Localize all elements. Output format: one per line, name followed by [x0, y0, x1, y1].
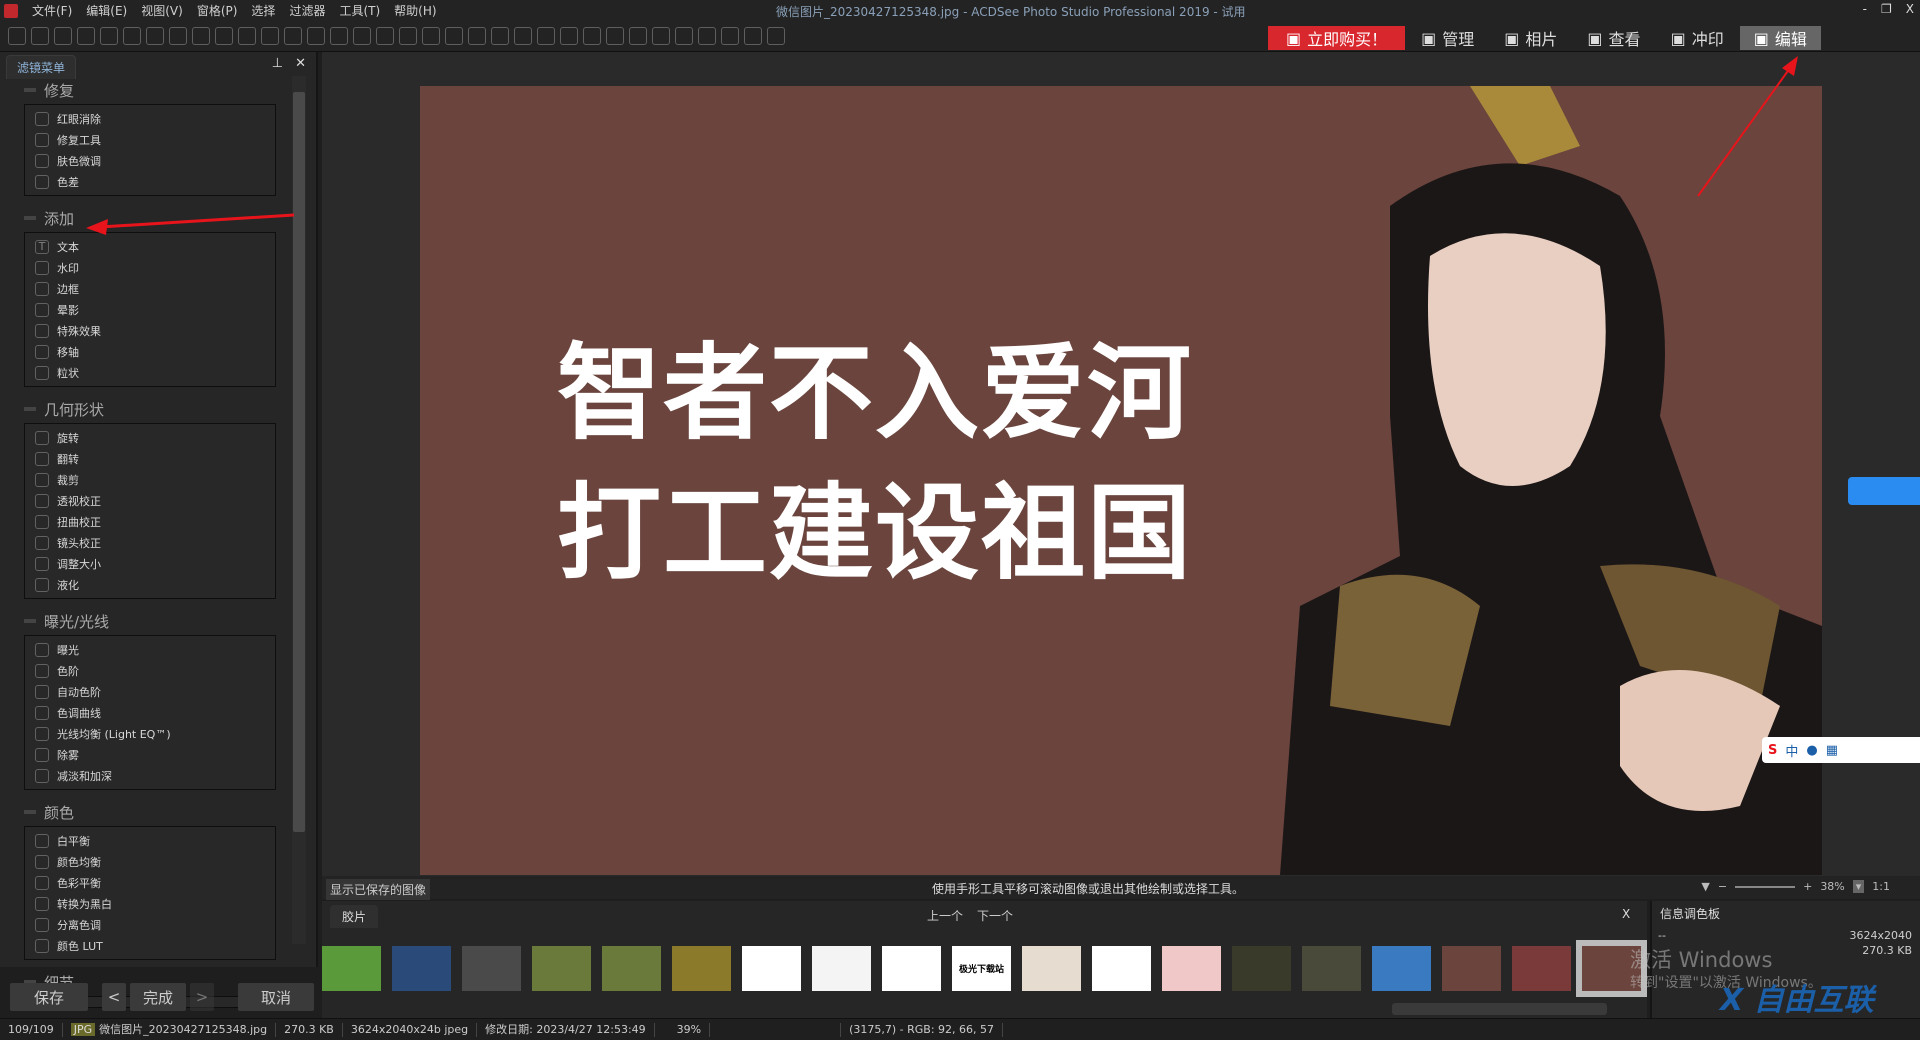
mic-icon[interactable]: ●	[1806, 743, 1817, 758]
filmstrip-thumbnail[interactable]	[1162, 945, 1221, 991]
info-dimensions: 3624x2040	[1849, 929, 1913, 942]
site-watermark-logo: X 自由互联	[1720, 983, 1874, 1018]
cloud-widget[interactable]	[1848, 477, 1920, 505]
status-pixel-info: (3175,7) - RGB: 92, 66, 57	[840, 1022, 1004, 1037]
ime-mode[interactable]: 中	[1785, 741, 1798, 760]
arrowhead-left	[86, 219, 108, 235]
thumbnail-list: 极光下载站	[322, 933, 1647, 1003]
filmstrip-thumbnail[interactable]	[1302, 945, 1361, 991]
filmstrip-thumbnail[interactable]	[672, 945, 731, 991]
filmstrip-thumbnail[interactable]	[1022, 945, 1081, 991]
sogou-icon: S	[1768, 742, 1778, 758]
tab-filmstrip[interactable]: 胶片	[330, 905, 379, 928]
next-image-button[interactable]: 下一个	[977, 907, 1013, 924]
filmstrip-thumbnail[interactable]: 极光下载站	[952, 945, 1011, 991]
status-dimensions: 3624x2040x24b jpeg	[343, 1022, 478, 1037]
filmstrip-thumbnail[interactable]	[1232, 945, 1291, 991]
status-filename: 微信图片_20230427125348.jpg	[99, 1022, 268, 1036]
viewer-info-bar: 显示已保存的图像 使用手形工具平移可滚动图像或退出其他绘制或选择工具。 ▼ − …	[322, 876, 1920, 900]
zoom-dropdown[interactable]: ▾	[1852, 880, 1865, 893]
tab-info-palette[interactable]: 信息调色板	[1660, 905, 1720, 922]
filmstrip-thumbnail[interactable]	[742, 945, 801, 991]
arrowhead-right	[1782, 56, 1798, 76]
filmstrip-thumbnail[interactable]	[1372, 945, 1431, 991]
zoom-menu-icon[interactable]: ▼	[1701, 880, 1709, 893]
filmstrip-thumbnail[interactable]	[1442, 945, 1501, 991]
filmstrip-thumbnail[interactable]	[1092, 945, 1151, 991]
activate-windows-watermark: 激活 Windows	[1630, 948, 1773, 972]
status-modified: 修改日期: 2023/4/27 12:53:49	[477, 1022, 655, 1037]
file-type-badge: JPG	[70, 1022, 96, 1036]
filmstrip-thumbnail[interactable]	[462, 945, 521, 991]
zoom-in-button[interactable]: +	[1803, 880, 1812, 893]
info-filesize: 270.3 KB	[1862, 944, 1912, 957]
filmstrip-thumbnail[interactable]	[812, 945, 871, 991]
status-filesize: 270.3 KB	[276, 1022, 343, 1037]
filmstrip-thumbnail[interactable]	[532, 945, 591, 991]
arrow-to-edit-mode	[1697, 67, 1791, 197]
filmstrip-scrollbar[interactable]	[1392, 1003, 1607, 1015]
filmstrip-thumbnail[interactable]	[322, 945, 381, 991]
info-value: --	[1658, 929, 1666, 942]
filmstrip-thumbnail[interactable]	[392, 945, 451, 991]
ime-toolbar[interactable]: S 中 ● ▦	[1762, 737, 1920, 763]
actual-size-button[interactable]: 1:1	[1872, 880, 1890, 893]
filmstrip-thumbnail[interactable]	[602, 945, 661, 991]
filmstrip-panel: 胶片 上一个 下一个 X 极光下载站	[322, 901, 1647, 1018]
filmstrip-thumbnail[interactable]	[882, 945, 941, 991]
keyboard-icon[interactable]: ▦	[1826, 743, 1838, 758]
filmstrip-thumbnail[interactable]	[1512, 945, 1571, 991]
zoom-slider[interactable]	[1735, 885, 1796, 888]
zoom-controls: ▼ − + 38% ▾ 1:1	[1701, 880, 1890, 893]
close-filmstrip-button[interactable]: X	[1622, 907, 1630, 921]
show-saved-image-button[interactable]: 显示已保存的图像	[326, 879, 431, 900]
zoom-value[interactable]: 38%	[1820, 880, 1844, 893]
status-bar: 109/109 JPG 微信图片_20230427125348.jpg 270.3…	[0, 1018, 1920, 1040]
arrow-to-text-item	[99, 213, 295, 229]
status-zoom: 39%	[669, 1022, 711, 1037]
hint-text: 使用手形工具平移可滚动图像或退出其他绘制或选择工具。	[932, 882, 1245, 896]
status-count: 109/109	[0, 1022, 63, 1037]
zoom-out-button[interactable]: −	[1718, 880, 1727, 893]
previous-image-button[interactable]: 上一个	[927, 907, 963, 924]
